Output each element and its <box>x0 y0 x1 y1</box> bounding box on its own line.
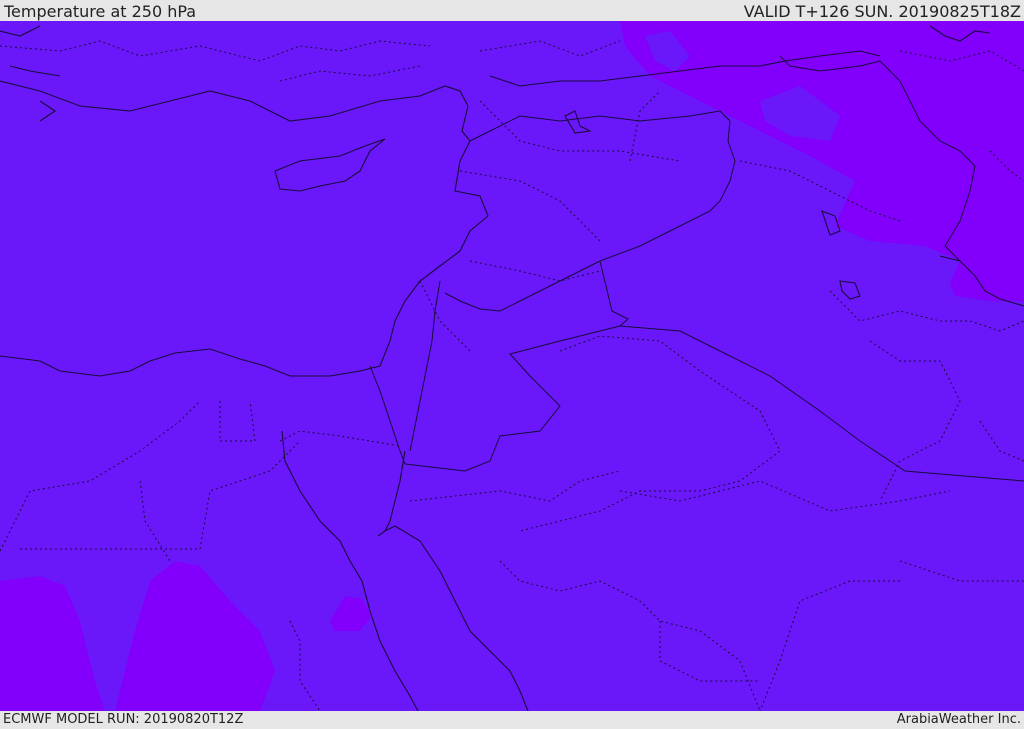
coastline-lake <box>564 110 592 134</box>
admin-border <box>0 40 431 62</box>
border-jordan-iraq <box>599 260 629 327</box>
admin-border <box>279 430 401 447</box>
coastline-red-sea-east <box>384 525 529 711</box>
map-footer: ECMWF MODEL RUN: 20190820T12Z ArabiaWeat… <box>0 711 1024 729</box>
admin-border <box>419 280 471 352</box>
coastline-lake-iran <box>839 280 861 300</box>
admin-border <box>659 621 760 682</box>
map-canvas <box>0 21 1024 711</box>
admin-border <box>499 560 761 711</box>
border-jordan-saudi <box>404 325 621 472</box>
admin-border <box>899 560 1024 582</box>
admin-border <box>459 170 601 242</box>
admin-border <box>619 480 951 512</box>
border-egypt-israel <box>369 365 406 465</box>
coastline-gulf-aqaba <box>377 450 406 537</box>
admin-border <box>759 580 900 711</box>
admin-border <box>289 620 321 711</box>
temperature-map <box>0 21 1024 711</box>
admin-border <box>479 40 621 57</box>
admin-border <box>979 420 1024 462</box>
admin-border <box>409 470 621 502</box>
temperature-pocket-southwest <box>0 576 105 711</box>
admin-border <box>219 400 256 442</box>
admin-border <box>479 100 681 162</box>
border-syria-jordan <box>444 260 601 312</box>
border-syria-iraq <box>599 160 736 262</box>
border-turkey-syria <box>469 110 736 162</box>
temperature-pocket-sudan <box>115 561 275 711</box>
coastline-aegean <box>0 25 61 122</box>
credit-label: ArabiaWeather Inc. <box>896 712 1021 727</box>
map-title: Temperature at 250 hPa <box>4 2 197 21</box>
border-saudi-iraq <box>619 325 1024 482</box>
coastline-levant <box>300 140 489 377</box>
admin-border <box>519 335 781 532</box>
admin-border <box>629 90 661 162</box>
valid-time: VALID T+126 SUN. 20190825T18Z <box>743 2 1021 21</box>
admin-border <box>869 340 961 502</box>
coastline-north-africa <box>0 348 300 377</box>
admin-border <box>20 440 301 550</box>
model-run-label: ECMWF MODEL RUN: 20190820T12Z <box>3 712 244 727</box>
coastline-suez-gulf <box>281 430 419 711</box>
border-jordan-valley <box>409 280 441 452</box>
admin-border <box>0 400 201 552</box>
admin-border <box>279 65 421 82</box>
coastline-lake-iraq <box>821 210 841 236</box>
temperature-fill-pockets <box>0 21 1024 711</box>
map-header: Temperature at 250 hPa VALID T+126 SUN. … <box>0 0 1024 21</box>
coastline-cyprus <box>274 138 386 192</box>
temperature-pocket-redsea <box>330 596 372 631</box>
coastline-anatolia-south <box>0 80 471 142</box>
